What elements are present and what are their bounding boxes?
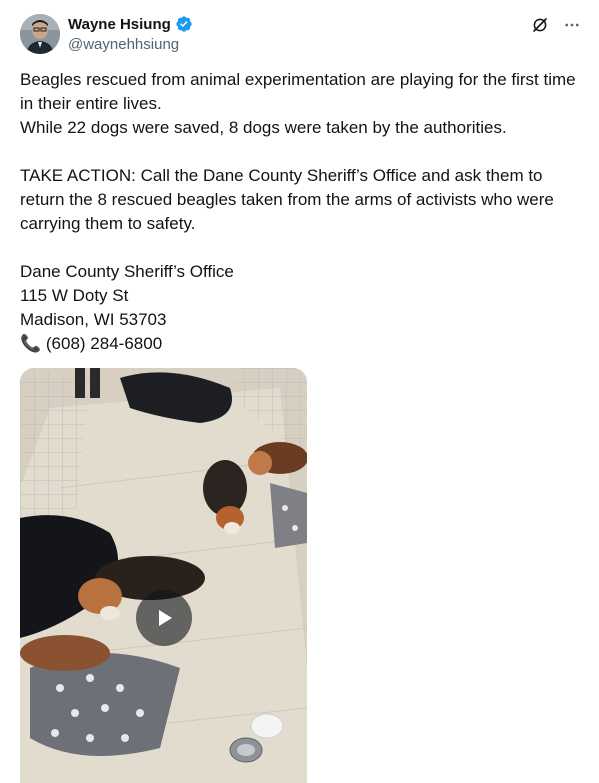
tweet-actions-top (529, 14, 583, 36)
author-handle[interactable]: @waynehhsiung (68, 36, 193, 53)
verified-badge-icon (175, 15, 193, 33)
video-media[interactable] (20, 368, 307, 783)
tweet-text: Beagles rescued from animal experimentat… (20, 70, 576, 353)
grok-icon[interactable] (529, 14, 551, 36)
avatar-image (20, 14, 60, 54)
play-icon (159, 610, 172, 626)
video-thumbnail (20, 368, 307, 783)
play-button[interactable] (136, 590, 192, 646)
author-info: Wayne Hsiung @waynehhsiung (68, 14, 193, 53)
avatar[interactable] (20, 14, 60, 54)
author-name[interactable]: Wayne Hsiung (68, 16, 171, 33)
more-icon[interactable] (561, 14, 583, 36)
